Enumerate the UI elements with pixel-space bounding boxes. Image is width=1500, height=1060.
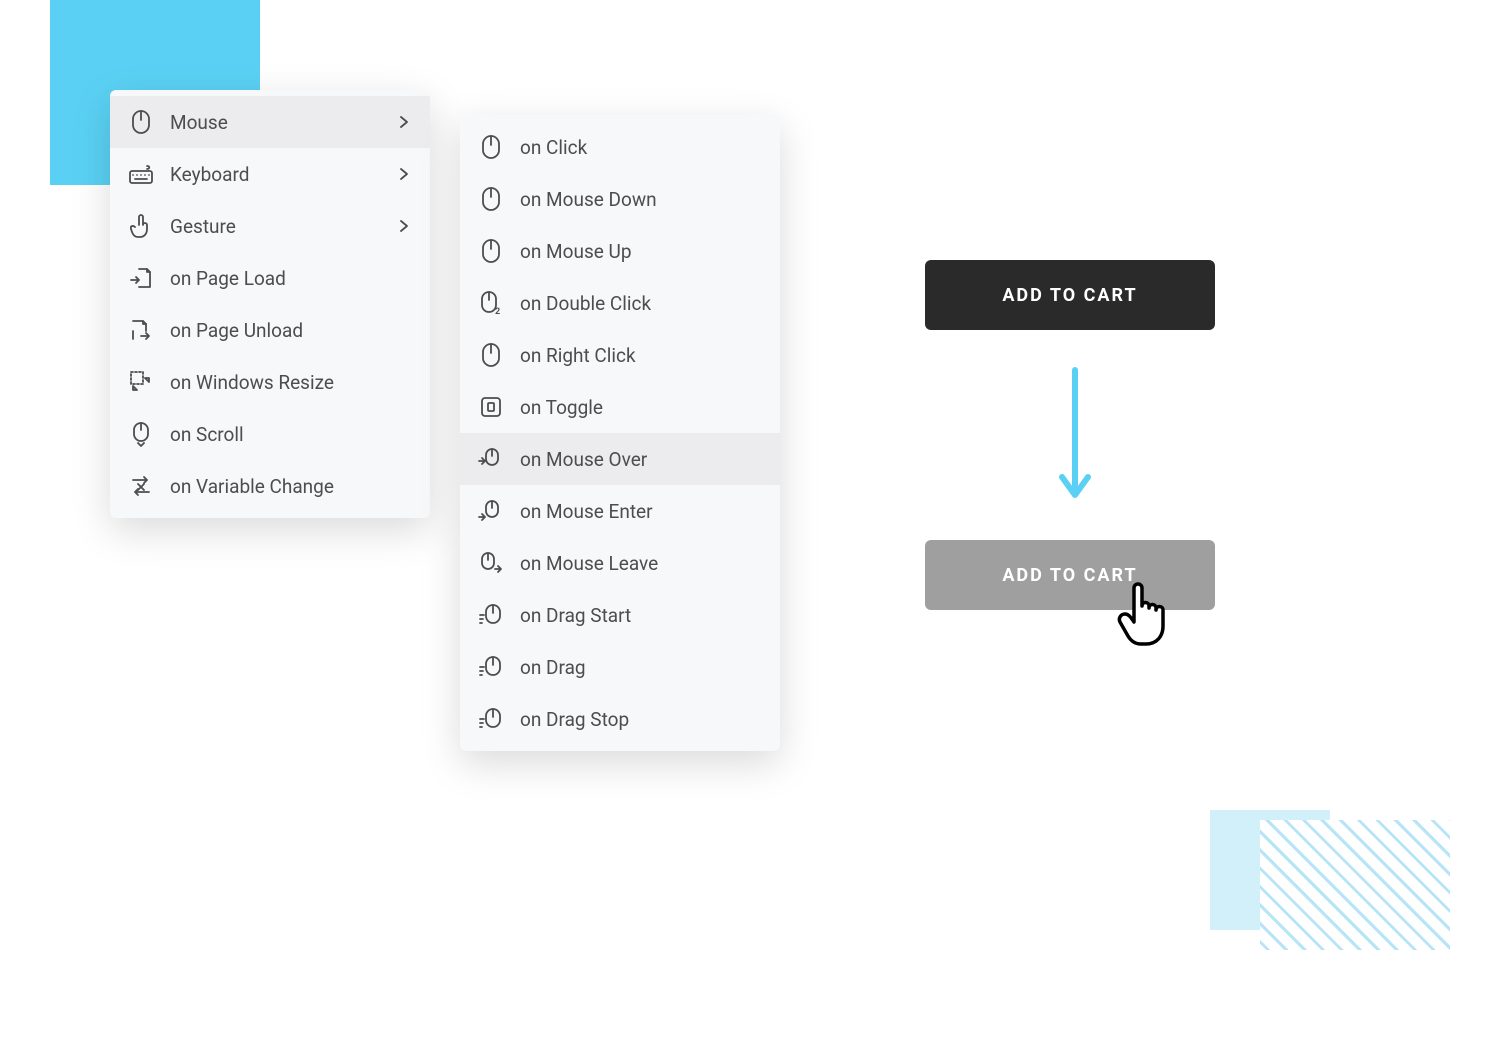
mouse-icon xyxy=(478,186,504,212)
menu-item-gesture[interactable]: Gesture xyxy=(110,200,430,252)
menu-item-label: Gesture xyxy=(170,215,396,238)
mouse-enter-icon xyxy=(478,498,504,524)
menu-item-on-right-click[interactable]: on Right Click xyxy=(460,329,780,381)
page-load-icon xyxy=(128,265,154,291)
double-click-icon: 2 xyxy=(478,290,504,316)
menu-item-label: on Click xyxy=(520,136,762,159)
menu-item-on-scroll[interactable]: on Scroll xyxy=(110,408,430,460)
menu-item-label: on Drag Stop xyxy=(520,708,762,731)
hand-cursor-icon xyxy=(1116,580,1174,650)
menu-item-label: on Drag xyxy=(520,656,762,679)
trigger-menu: Mouse Keyboard Gesture on Page Load on Page … xyxy=(110,90,430,518)
menu-item-label: on Windows Resize xyxy=(170,371,412,394)
mouse-icon xyxy=(128,109,154,135)
svg-text:2: 2 xyxy=(495,307,500,316)
menu-item-on-drag-start[interactable]: on Drag Start xyxy=(460,589,780,641)
decorative-hatch-pattern xyxy=(1260,820,1450,950)
mouse-leave-icon xyxy=(478,550,504,576)
menu-item-on-mouse-down[interactable]: on Mouse Down xyxy=(460,173,780,225)
menu-item-label: on Drag Start xyxy=(520,604,762,627)
variable-change-icon xyxy=(128,473,154,499)
mouse-submenu: on Click on Mouse Down on Mouse Up 2 on Doub… xyxy=(460,115,780,751)
menu-item-on-page-unload[interactable]: on Page Unload xyxy=(110,304,430,356)
menu-item-on-drag-stop[interactable]: on Drag Stop xyxy=(460,693,780,745)
drag-start-icon xyxy=(478,602,504,628)
menu-item-label: Keyboard xyxy=(170,163,396,186)
menu-item-label: on Mouse Over xyxy=(520,448,762,471)
menu-item-on-variable-change[interactable]: on Variable Change xyxy=(110,460,430,512)
menu-item-label: on Scroll xyxy=(170,423,412,446)
menu-item-label: on Mouse Down xyxy=(520,188,762,211)
chevron-right-icon xyxy=(396,166,412,182)
mouse-icon xyxy=(478,238,504,264)
page-unload-icon xyxy=(128,317,154,343)
chevron-right-icon xyxy=(396,114,412,130)
menu-item-label: on Mouse Leave xyxy=(520,552,762,575)
menu-item-label: on Page Unload xyxy=(170,319,412,342)
arrow-down-icon xyxy=(1058,365,1092,505)
drag-icon xyxy=(478,654,504,680)
menu-item-label: on Toggle xyxy=(520,396,762,419)
menu-item-on-click[interactable]: on Click xyxy=(460,121,780,173)
keyboard-icon xyxy=(128,161,154,187)
drag-stop-icon xyxy=(478,706,504,732)
button-label: ADD TO CART xyxy=(1002,285,1137,306)
menu-item-label: on Page Load xyxy=(170,267,412,290)
menu-item-on-mouse-over[interactable]: on Mouse Over xyxy=(460,433,780,485)
menu-item-label: on Mouse Enter xyxy=(520,500,762,523)
mouse-icon xyxy=(478,134,504,160)
mouse-icon xyxy=(478,342,504,368)
menu-item-on-windows-resize[interactable]: on Windows Resize xyxy=(110,356,430,408)
add-to-cart-button-normal[interactable]: ADD TO CART xyxy=(925,260,1215,330)
menu-item-label: on Variable Change xyxy=(170,475,412,498)
menu-item-label: on Right Click xyxy=(520,344,762,367)
menu-item-on-mouse-up[interactable]: on Mouse Up xyxy=(460,225,780,277)
menu-item-on-toggle[interactable]: on Toggle xyxy=(460,381,780,433)
menu-item-mouse[interactable]: Mouse xyxy=(110,96,430,148)
menu-item-keyboard[interactable]: Keyboard xyxy=(110,148,430,200)
toggle-icon xyxy=(478,394,504,420)
menu-item-on-mouse-leave[interactable]: on Mouse Leave xyxy=(460,537,780,589)
menu-item-on-page-load[interactable]: on Page Load xyxy=(110,252,430,304)
menu-item-label: on Mouse Up xyxy=(520,240,762,263)
menu-item-label: Mouse xyxy=(170,111,396,134)
gesture-icon xyxy=(128,213,154,239)
chevron-right-icon xyxy=(396,218,412,234)
menu-item-on-drag[interactable]: on Drag xyxy=(460,641,780,693)
resize-icon xyxy=(128,369,154,395)
menu-item-on-double-click[interactable]: 2 on Double Click xyxy=(460,277,780,329)
menu-item-label: on Double Click xyxy=(520,292,762,315)
mouse-over-icon xyxy=(478,446,504,472)
scroll-icon xyxy=(128,421,154,447)
menu-item-on-mouse-enter[interactable]: on Mouse Enter xyxy=(460,485,780,537)
